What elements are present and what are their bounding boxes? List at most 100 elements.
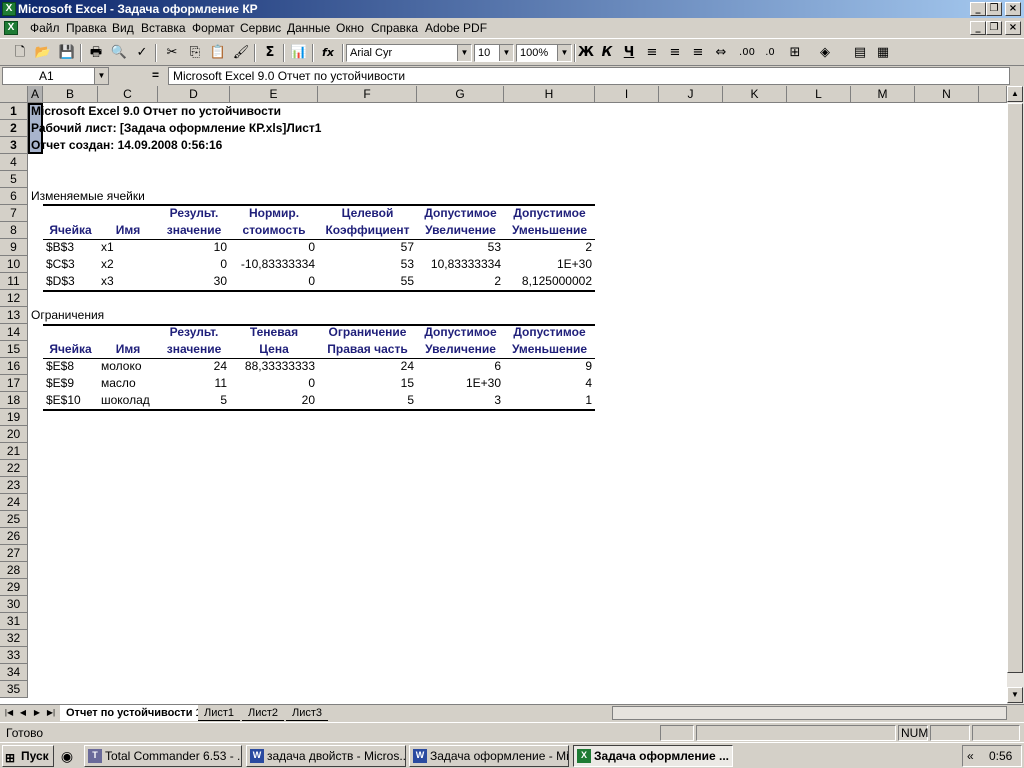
table2-header[interactable]: Ограничение — [318, 324, 417, 341]
doc-restore-button[interactable]: ❐ — [986, 21, 1002, 35]
open-folder-icon[interactable]: 📂 — [33, 43, 53, 63]
next-sheet-icon[interactable]: ▶ — [30, 706, 44, 720]
align-right-icon[interactable]: ≡ — [688, 43, 708, 63]
scroll-down-icon[interactable]: ▼ — [1007, 687, 1023, 703]
table-cell[interactable]: 1 — [504, 392, 592, 409]
table-cell[interactable]: -10,83333334 — [230, 256, 315, 273]
row-header[interactable]: 35 — [0, 681, 28, 698]
decrease-decimal-icon[interactable]: .0 — [760, 43, 780, 63]
row-header[interactable]: 6 — [0, 188, 28, 205]
column-header-l[interactable]: L — [787, 86, 851, 103]
menu-data[interactable]: Данные — [287, 21, 330, 35]
row-header[interactable]: 10 — [0, 256, 28, 273]
table1-header[interactable]: Коэффициент — [318, 222, 417, 239]
row-header[interactable]: 2 — [0, 120, 28, 137]
table-cell[interactable]: 57 — [318, 239, 414, 256]
chevron-down-icon[interactable]: ▼ — [557, 45, 571, 61]
column-header-n[interactable]: N — [915, 86, 979, 103]
row-header[interactable]: 27 — [0, 545, 28, 562]
table-cell[interactable]: 20 — [230, 392, 315, 409]
table-cell[interactable]: 5 — [158, 392, 227, 409]
row-header[interactable]: 33 — [0, 647, 28, 664]
section-changing-cells[interactable]: Изменяемые ячейки — [31, 188, 145, 205]
borders-icon[interactable]: ⊞ — [785, 43, 805, 63]
start-button[interactable]: ⊞ Пуск — [2, 745, 54, 767]
column-header-g[interactable]: G — [417, 86, 504, 103]
table-cell[interactable]: 4 — [504, 375, 592, 392]
chevron-down-icon[interactable]: ▼ — [457, 45, 471, 61]
table-cell[interactable]: $E$10 — [46, 392, 81, 409]
task-excel[interactable]: X Задача оформление ... — [573, 745, 733, 767]
table2-header[interactable]: Имя — [98, 341, 158, 358]
column-header-b[interactable]: B — [43, 86, 98, 103]
sheet-tab-1[interactable]: Лист1 — [198, 705, 241, 721]
zoom-combo[interactable]: 100% ▼ — [516, 44, 572, 62]
column-header-a[interactable]: A — [28, 86, 43, 103]
menu-insert[interactable]: Вставка — [141, 21, 186, 35]
row-header[interactable]: 18 — [0, 392, 28, 409]
clock[interactable]: 0:56 — [989, 746, 1012, 766]
table-cell[interactable]: 53 — [318, 256, 414, 273]
column-header-k[interactable]: K — [723, 86, 787, 103]
table-cell[interactable]: x1 — [101, 239, 114, 256]
row-header[interactable]: 15 — [0, 341, 28, 358]
first-sheet-icon[interactable]: |◀ — [2, 706, 16, 720]
row-header[interactable]: 22 — [0, 460, 28, 477]
row-header[interactable]: 20 — [0, 426, 28, 443]
table-cell[interactable]: 0 — [230, 273, 315, 290]
font-name-combo[interactable]: Arial Cyr ▼ — [346, 44, 472, 62]
row-header[interactable]: 9 — [0, 239, 28, 256]
table-icon[interactable]: ▦ — [873, 43, 893, 63]
table-cell[interactable]: $B$3 — [46, 239, 74, 256]
row-header[interactable]: 5 — [0, 171, 28, 188]
menu-view[interactable]: Вид — [112, 21, 134, 35]
table2-header[interactable]: Теневая — [230, 324, 318, 341]
vertical-scrollbar[interactable]: ▲ ▼ — [1007, 86, 1024, 704]
column-header-o[interactable] — [979, 86, 1007, 103]
excel-app-icon[interactable]: X — [2, 2, 16, 16]
table2-header[interactable]: Увеличение — [417, 341, 504, 358]
minimize-button[interactable]: _ — [970, 2, 986, 16]
worksheet-grid[interactable]: A B C D E F G H I J K L M N 1 2 3 4 5 6 … — [0, 86, 1024, 704]
table1-header[interactable]: Увеличение — [417, 222, 504, 239]
task-total-commander[interactable]: T Total Commander 6.53 - ... — [84, 745, 242, 767]
scroll-up-icon[interactable]: ▲ — [1007, 86, 1023, 102]
row-header[interactable]: 28 — [0, 562, 28, 579]
formula-input[interactable]: Microsoft Excel 9.0 Отчет по устойчивост… — [168, 67, 1010, 85]
row-header[interactable]: 19 — [0, 409, 28, 426]
table-cell[interactable]: 1E+30 — [504, 256, 592, 273]
column-header-h[interactable]: H — [504, 86, 595, 103]
table-cell[interactable]: 2 — [504, 239, 592, 256]
function-icon[interactable]: fx — [318, 43, 338, 63]
table1-header[interactable]: Целевой — [318, 205, 417, 222]
row-header[interactable]: 8 — [0, 222, 28, 239]
table-cell[interactable]: 53 — [417, 239, 501, 256]
table1-header[interactable]: стоимость — [230, 222, 318, 239]
last-sheet-icon[interactable]: ▶| — [44, 706, 58, 720]
row-header[interactable]: 4 — [0, 154, 28, 171]
scroll-thumb[interactable] — [1007, 103, 1023, 673]
row-header[interactable]: 23 — [0, 477, 28, 494]
new-document-icon[interactable]: 🗋 — [10, 43, 30, 63]
table-cell[interactable]: 24 — [318, 358, 414, 375]
report-title[interactable]: Microsoft Excel 9.0 Отчет по устойчивост… — [31, 103, 281, 120]
align-center-icon[interactable]: ≡ — [665, 43, 685, 63]
paste-icon[interactable]: 📋 — [208, 43, 228, 63]
table1-header[interactable]: Ячейка — [43, 222, 98, 239]
menu-file[interactable]: Файл — [30, 21, 60, 35]
table-cell[interactable]: 24 — [158, 358, 227, 375]
column-header-f[interactable]: F — [318, 86, 417, 103]
table-cell[interactable]: 10,83333334 — [417, 256, 501, 273]
table-cell[interactable]: 30 — [158, 273, 227, 290]
row-header[interactable]: 26 — [0, 528, 28, 545]
row-header[interactable]: 12 — [0, 290, 28, 307]
chevron-down-icon[interactable]: ▼ — [94, 68, 108, 84]
format-painter-icon[interactable]: 🖌 — [231, 43, 251, 63]
row-header[interactable]: 13 — [0, 307, 28, 324]
font-size-combo[interactable]: 10 ▼ — [474, 44, 514, 62]
table-cell[interactable]: $D$3 — [46, 273, 75, 290]
menu-edit[interactable]: Правка — [66, 21, 107, 35]
menu-help[interactable]: Справка — [371, 21, 418, 35]
table1-header[interactable]: Допустимое — [417, 205, 504, 222]
table-cell[interactable]: шоколад — [101, 392, 150, 409]
